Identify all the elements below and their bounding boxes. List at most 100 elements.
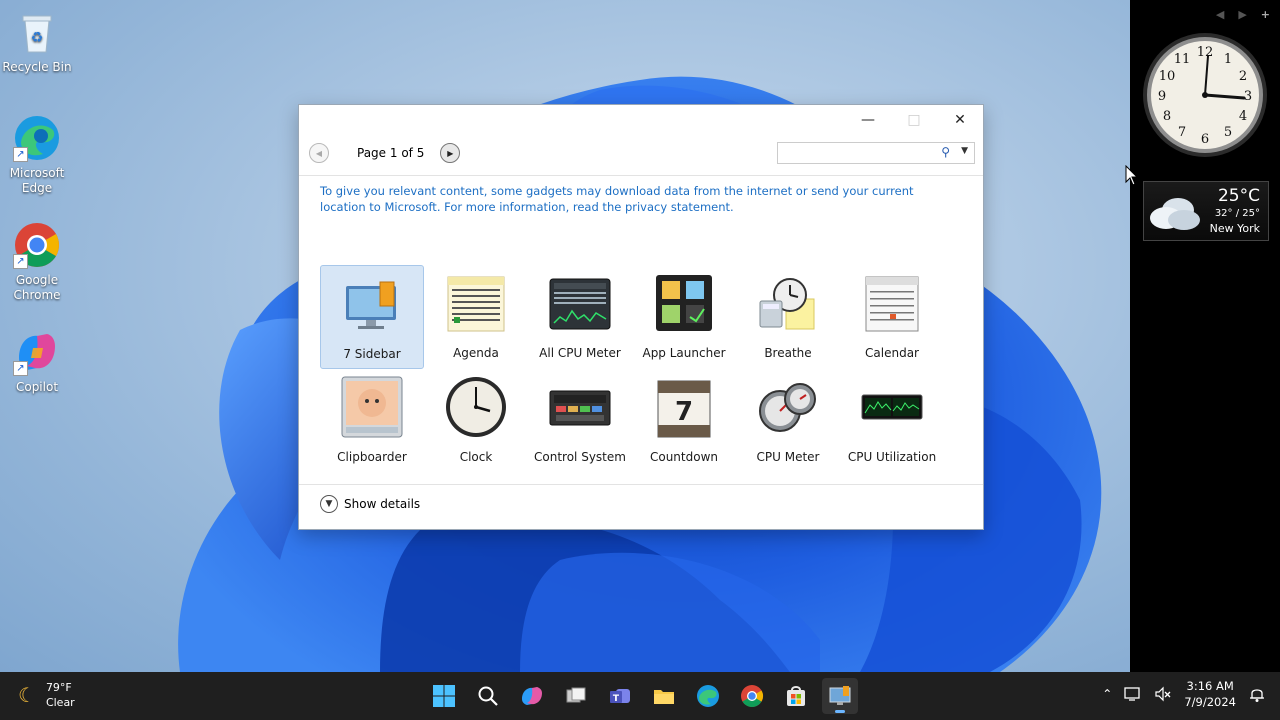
divider <box>299 175 983 176</box>
gadget-tile-all-cpu-meter[interactable]: All CPU Meter <box>528 265 632 369</box>
start-button[interactable] <box>426 678 462 714</box>
previous-page-button[interactable]: ◀ <box>309 143 329 163</box>
copilot-icon <box>522 687 542 705</box>
gadget-tile-breathe[interactable]: Breathe <box>736 265 840 369</box>
gadget-tile-clipboarder[interactable]: Clipboarder <box>320 369 424 473</box>
taskbar-search-button[interactable] <box>470 678 506 714</box>
gadget-label: All CPU Meter <box>539 346 621 360</box>
weather-range: 32° / 25° <box>1214 208 1260 219</box>
show-details-toggle[interactable]: ▼ Show details <box>320 495 420 513</box>
gadget-label: Clock <box>459 450 493 464</box>
maximize-button[interactable]: □ <box>891 105 937 135</box>
gadget-label: Calendar <box>865 346 919 360</box>
taskbar-copilot-button[interactable] <box>514 678 550 714</box>
shortcut-arrow-icon: ↗ <box>13 147 28 162</box>
moon-icon: ☾ <box>18 683 36 707</box>
svg-text:7: 7 <box>1178 125 1186 140</box>
cpu-meter-gadget-icon <box>548 271 612 335</box>
taskbar-store-button[interactable] <box>778 678 814 714</box>
gadget-tile-calendar[interactable]: Calendar <box>840 265 944 369</box>
taskbar-weather-condition: Clear <box>45 696 75 709</box>
chrome-icon <box>741 685 763 707</box>
shortcut-arrow-icon: ↗ <box>13 254 28 269</box>
svg-text:♻: ♻ <box>31 30 44 46</box>
gadget-tile-countdown[interactable]: 7 Countdown <box>632 369 736 473</box>
next-page-button[interactable]: ▶ <box>440 143 461 163</box>
close-button[interactable]: ✕ <box>937 105 983 135</box>
gadget-label: Control System <box>534 450 626 464</box>
gadget-label: 7 Sidebar <box>343 347 401 361</box>
sidebar-next-button[interactable]: ▶ <box>1238 8 1246 21</box>
gadget-gallery: 7 Sidebar Agenda All CPU Meter App Launc… <box>320 265 960 473</box>
sidebar-gadget-icon <box>340 272 404 336</box>
edge-icon <box>697 685 719 707</box>
clock-gadget[interactable]: 12 1 2 345 678 9 10 11 <box>1142 32 1268 162</box>
gadget-tile-7-sidebar[interactable]: 7 Sidebar <box>320 265 424 369</box>
gadget-label: CPU Meter <box>756 450 820 464</box>
gadget-sidebar: ◀ ▶ + 12 1 2 345 678 9 10 11 25°C 32° / 25° <box>1130 0 1280 672</box>
gadget-label: Breathe <box>764 346 812 360</box>
sidebar-controls: ◀ ▶ + <box>1216 8 1270 21</box>
breathe-gadget-icon <box>756 271 820 335</box>
taskbar-gadgets-button[interactable] <box>822 678 858 714</box>
taskbar-edge-button[interactable] <box>690 678 726 714</box>
gadget-tile-agenda[interactable]: Agenda <box>424 265 528 369</box>
svg-text:2: 2 <box>1239 69 1247 84</box>
svg-text:10: 10 <box>1159 69 1176 84</box>
taskbar-weather-widget[interactable]: ☾ 79°F Clear <box>18 680 75 710</box>
desktop-icon-label: Microsoft Edge <box>9 166 65 195</box>
cpu-utilization-gadget-icon <box>860 375 924 439</box>
show-details-label: Show details <box>344 497 421 511</box>
desktop-icon-chrome[interactable]: ↗ Google Chrome <box>0 221 74 303</box>
page-indicator: Page 1 of 5 <box>357 146 425 160</box>
volume-muted-icon[interactable] <box>1154 686 1172 702</box>
sidebar-prev-button[interactable]: ◀ <box>1216 8 1224 21</box>
network-icon[interactable] <box>1124 686 1142 702</box>
svg-text:5: 5 <box>1224 125 1232 140</box>
gadget-tile-cpu-meter[interactable]: CPU Meter <box>736 369 840 473</box>
svg-text:7: 7 <box>675 397 693 427</box>
gadget-label: Clipboarder <box>337 450 407 464</box>
desktop-icon-label: Recycle Bin <box>2 60 72 74</box>
weather-gadget[interactable]: 25°C 32° / 25° New York <box>1143 181 1269 241</box>
notification-bell-icon[interactable] <box>1248 685 1266 703</box>
weather-temperature: 25°C <box>1217 186 1260 206</box>
gadget-tile-app-launcher[interactable]: App Launcher <box>632 265 736 369</box>
gadget-tile-cpu-utilization[interactable]: CPU Utilization <box>840 369 944 473</box>
show-hidden-icons-chevron-icon[interactable]: ⌃ <box>1102 687 1112 701</box>
desktop-icon-recycle-bin[interactable]: ♻ Recycle Bin <box>0 8 74 75</box>
taskbar-teams-button[interactable]: T <box>602 678 638 714</box>
cloudy-weather-icon <box>1150 198 1200 230</box>
add-gadget-button[interactable]: + <box>1261 8 1270 21</box>
weather-city: New York <box>1209 222 1260 235</box>
pager: ◀ Page 1 of 5 ▶ <box>309 143 461 163</box>
desktop-icon-edge[interactable]: ↗ Microsoft Edge <box>0 114 74 196</box>
svg-text:1: 1 <box>1224 52 1232 67</box>
gadget-tile-control-system[interactable]: Control System <box>528 369 632 473</box>
gadget-tile-clock[interactable]: Clock <box>424 369 528 473</box>
taskbar-weather-temp: 79°F <box>45 681 72 694</box>
search-dropdown-icon[interactable]: ▼ <box>961 146 968 156</box>
privacy-info-text[interactable]: To give you relevant content, some gadge… <box>320 184 940 215</box>
taskbar-chrome-button[interactable] <box>734 678 770 714</box>
taskbar-clock[interactable]: 3:16 AM 7/9/2024 <box>1184 678 1236 710</box>
calendar-gadget-icon <box>860 271 924 335</box>
search-icon[interactable]: ⚲ <box>941 145 950 159</box>
svg-text:12: 12 <box>1197 45 1214 60</box>
desktop-icon-copilot[interactable]: ↗ Copilot <box>0 328 74 395</box>
minimize-button[interactable]: — <box>845 105 891 135</box>
divider <box>299 484 983 485</box>
gadget-label: CPU Utilization <box>847 450 937 464</box>
gadgets-icon <box>829 686 851 705</box>
taskbar-time: 3:16 AM <box>1186 679 1234 693</box>
taskbar-apps: T <box>426 678 858 714</box>
control-system-gadget-icon <box>548 375 612 439</box>
shortcut-arrow-icon: ↗ <box>13 361 28 376</box>
chevron-down-icon[interactable]: ▼ <box>320 495 338 513</box>
search-input[interactable] <box>778 143 936 163</box>
taskbar-file-explorer-button[interactable] <box>646 678 682 714</box>
copilot-icon: ↗ <box>13 328 61 376</box>
edge-icon: ↗ <box>13 114 61 162</box>
taskbar-task-view-button[interactable] <box>558 678 594 714</box>
gadget-search-box[interactable]: ⚲ ▼ <box>777 142 975 164</box>
